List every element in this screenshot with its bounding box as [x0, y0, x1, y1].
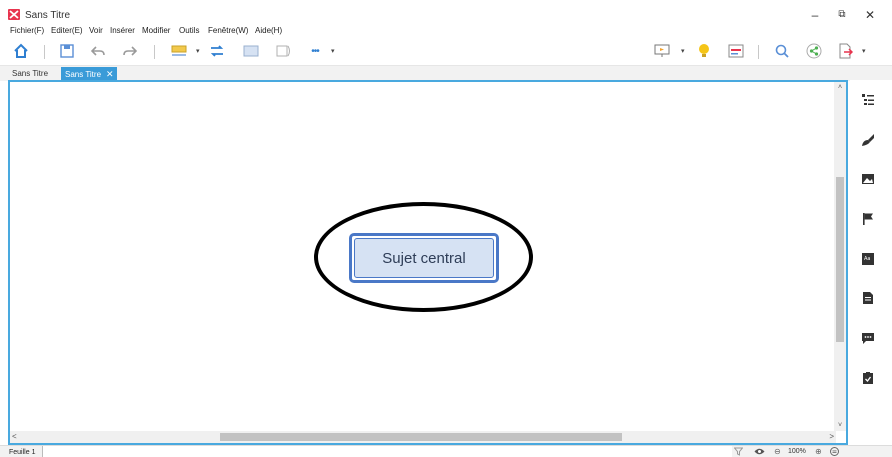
- horizontal-scrollbar[interactable]: < >: [10, 431, 836, 443]
- idea-icon[interactable]: [695, 42, 713, 60]
- scroll-left-icon[interactable]: <: [12, 431, 17, 443]
- format-brush-icon[interactable]: [859, 131, 877, 149]
- more-caret-icon[interactable]: ▾: [331, 47, 335, 55]
- sheet-tab[interactable]: Feuille 1: [9, 447, 35, 457]
- filter-icon[interactable]: [733, 447, 744, 457]
- horizontal-scroll-thumb[interactable]: [220, 433, 622, 441]
- menu-aide[interactable]: Aide(H): [255, 26, 282, 35]
- share-icon[interactable]: [805, 42, 823, 60]
- home-icon[interactable]: [12, 42, 30, 60]
- export-caret-icon[interactable]: ▾: [862, 47, 866, 55]
- side-panel: Aa: [850, 80, 892, 445]
- vertical-scrollbar[interactable]: ˄ ˅: [834, 82, 846, 431]
- window-title: Sans Titre: [25, 10, 71, 21]
- mindmap-canvas[interactable]: Sujet central ˄ ˅ < >: [8, 80, 848, 445]
- toolbar-separator: [758, 45, 759, 59]
- menu-fichier[interactable]: Fichier(F): [10, 26, 44, 35]
- menu-bar: Fichier(F) Editer(E) Voir Insérer Modifi…: [0, 24, 892, 38]
- zoom-level[interactable]: 100%: [788, 447, 806, 457]
- zoom-in-icon[interactable]: ⊕: [815, 447, 822, 457]
- outline-panel-icon[interactable]: [859, 91, 877, 109]
- notes-icon[interactable]: [859, 289, 877, 307]
- text-style-icon[interactable]: Aa: [859, 250, 877, 268]
- export-icon[interactable]: [836, 42, 854, 60]
- presentation-caret-icon[interactable]: ▾: [681, 47, 685, 55]
- save-icon[interactable]: [58, 42, 76, 60]
- flag-icon[interactable]: [859, 210, 877, 228]
- close-button[interactable]: ✕: [860, 6, 880, 24]
- maximize-button[interactable]: ⧉: [832, 6, 852, 24]
- toolbar-separator: [154, 45, 155, 59]
- menu-voir[interactable]: Voir: [89, 26, 103, 35]
- document-tab-bar: Sans Titre Sans Titre ✕: [0, 66, 892, 81]
- undo-icon[interactable]: [89, 42, 107, 60]
- title-bar: Sans Titre – ⧉ ✕: [0, 0, 892, 24]
- boundary-icon[interactable]: [242, 42, 260, 60]
- tab-close-icon[interactable]: ✕: [106, 69, 114, 79]
- menu-modifier[interactable]: Modifier: [142, 26, 170, 35]
- menu-fenetre[interactable]: Fenêtre(W): [208, 26, 248, 35]
- tab-label: Sans Titre: [65, 70, 102, 79]
- more-icon[interactable]: •••: [306, 42, 324, 60]
- toolbar: ▾ ••• ▾ ▾ ▾: [0, 38, 892, 66]
- relationship-icon[interactable]: [208, 42, 226, 60]
- image-icon[interactable]: [859, 170, 877, 188]
- minimize-button[interactable]: –: [805, 6, 825, 24]
- toolbar-separator: [44, 45, 45, 59]
- status-bar: Feuille 1 ⊖ 100% ⊕: [0, 445, 892, 457]
- central-topic-label: Sujet central: [354, 238, 494, 278]
- central-topic[interactable]: Sujet central: [349, 233, 499, 283]
- app-logo-icon: [8, 9, 20, 20]
- outline-icon[interactable]: [727, 42, 745, 60]
- task-icon[interactable]: [859, 369, 877, 387]
- svg-text:Aa: Aa: [864, 256, 870, 262]
- summary-icon[interactable]: [275, 42, 293, 60]
- tab-sans-titre-2[interactable]: Sans Titre ✕: [61, 67, 117, 81]
- tab-label: Sans Titre: [12, 69, 49, 78]
- topic-style-caret-icon[interactable]: ▾: [196, 47, 200, 55]
- vertical-scroll-thumb[interactable]: [836, 177, 844, 342]
- sheet-tab-area: [42, 446, 732, 457]
- search-icon[interactable]: [773, 42, 791, 60]
- menu-inserer[interactable]: Insérer: [110, 26, 135, 35]
- comment-icon[interactable]: [859, 329, 877, 347]
- tab-sans-titre-1[interactable]: Sans Titre: [8, 67, 52, 81]
- scroll-up-icon[interactable]: ˄: [834, 84, 846, 91]
- fit-view-icon[interactable]: [830, 447, 839, 457]
- menu-outils[interactable]: Outils: [179, 26, 199, 35]
- menu-editer[interactable]: Editer(E): [51, 26, 83, 35]
- presentation-icon[interactable]: [653, 42, 671, 60]
- scroll-down-icon[interactable]: ˅: [834, 422, 846, 429]
- zoom-out-icon[interactable]: ⊖: [774, 447, 781, 457]
- eye-icon[interactable]: [754, 447, 765, 457]
- scroll-right-icon[interactable]: >: [829, 431, 834, 443]
- topic-style-icon[interactable]: [170, 42, 188, 60]
- redo-icon[interactable]: [121, 42, 139, 60]
